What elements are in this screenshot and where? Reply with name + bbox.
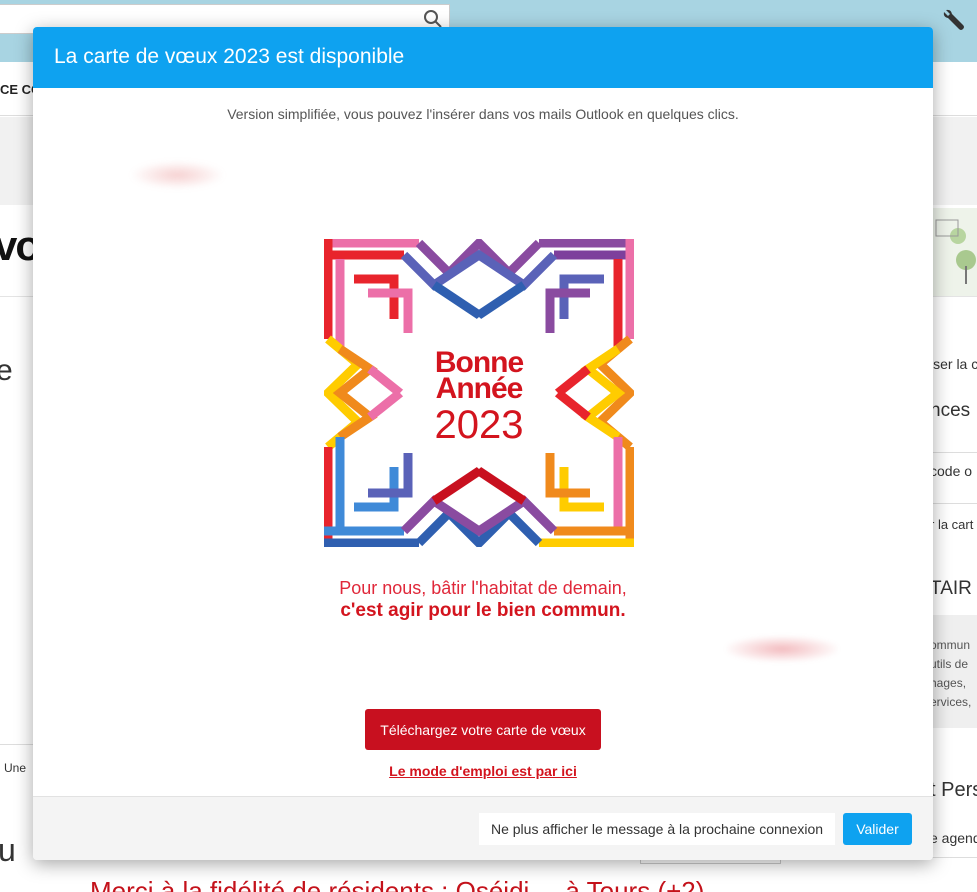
download-card-button[interactable]: Téléchargez votre carte de vœux [365,709,601,750]
sidebar-heading: TAIR [930,578,972,599]
divider [0,744,34,745]
validate-button[interactable]: Valider [843,813,912,845]
do-not-show-again-option[interactable]: Ne plus afficher le message à la prochai… [479,813,835,845]
sidebar-link[interactable]: iser la c [930,356,977,372]
breadcrumb-fragment[interactable]: Une [4,761,26,775]
divider [930,452,977,453]
sidebar-link[interactable]: e agend [930,830,977,846]
slogan-line-1: Pour nous, bâtir l'habitat de demain, [339,578,627,598]
blurred-logo [130,161,225,189]
search-icon[interactable] [423,9,443,29]
sidebar-heading: nces [930,400,971,421]
sidebar-link[interactable]: r la cart [930,517,973,532]
illustration-image [930,208,977,296]
modal-subtitle: Version simplifiée, vous pouvez l'insére… [227,106,739,122]
instructions-link[interactable]: Le mode d'emploi est par ici [33,763,933,779]
divider [930,857,977,858]
modal-title: La carte de vœux 2023 est disponible [54,45,405,68]
card-text-overlay: Bonne Année 2023 [324,239,634,547]
card-year-text: 2023 [434,403,524,447]
card-annee-text: Année [435,372,524,405]
news-headline[interactable]: Merci à la fidélité de résidents : Oséid… [90,876,704,892]
divider [930,503,977,504]
greeting-card-image: Bonne Année 2023 [321,236,637,550]
sidebar-heading: t Pers [930,779,977,801]
wrench-icon[interactable] [942,8,966,32]
slogan-line-2: c'est agir pour le bien commun. [340,600,626,621]
blurred-brand-logo [726,636,838,662]
section-heading-fragment: u [0,832,16,868]
greeting-card-modal: La carte de vœux 2023 est disponible Ver… [33,27,933,860]
modal-footer: Ne plus afficher le message à la prochai… [33,796,933,860]
page-heading-fragment: e [0,354,13,387]
modal-header: La carte de vœux 2023 est disponible [33,27,933,88]
tree-illustration [935,219,976,284]
sidebar-link[interactable]: code o [930,463,972,479]
